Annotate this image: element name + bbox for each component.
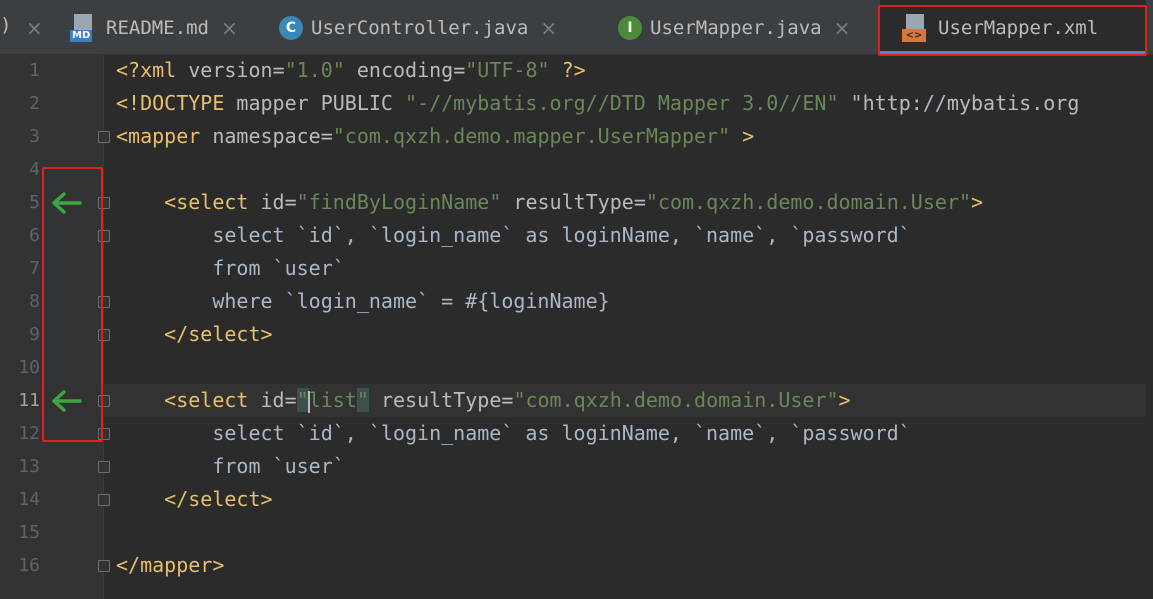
line-number: 6 [29, 225, 40, 246]
code-line[interactable]: 7 from `user` [0, 252, 1153, 285]
tab-usermapper-java[interactable]: I UserMapper.java × [618, 0, 850, 55]
code-text[interactable]: <select id="list" resultType="com.qxzh.d… [116, 384, 851, 417]
line-number: 4 [29, 159, 40, 180]
line-number: 8 [29, 291, 40, 312]
code-line[interactable]: 4 [0, 153, 1153, 186]
fold-marker-icon[interactable] [98, 461, 110, 473]
code-line[interactable]: 5 <select id="findByLoginName" resultTyp… [0, 186, 1153, 219]
code-line[interactable]: 14 </select> [0, 483, 1153, 516]
close-icon[interactable]: × [26, 16, 43, 40]
vertical-scrollbar[interactable] [1146, 55, 1153, 599]
code-line[interactable]: 15 [0, 516, 1153, 549]
line-number: 13 [18, 456, 40, 477]
highlight-box-active-tab [878, 5, 1147, 56]
fold-marker-icon[interactable] [98, 560, 110, 572]
line-number: 12 [18, 423, 40, 444]
tab-usercontroller[interactable]: C UserController.java × [279, 0, 557, 55]
line-number: 7 [29, 258, 40, 279]
line-number: 2 [29, 93, 40, 114]
code-text[interactable]: </select> [116, 483, 272, 516]
tab-label: README.md [106, 16, 209, 39]
code-text[interactable]: select `id`, `login_name` as loginName, … [116, 219, 910, 252]
line-number: 11 [18, 390, 40, 411]
tab-readme[interactable]: MD README.md × [70, 0, 238, 55]
markdown-file-icon: MD [70, 13, 98, 42]
close-icon[interactable]: × [221, 16, 238, 40]
line-number: 9 [29, 324, 40, 345]
code-line[interactable]: 11 <select id="list" resultType="com.qxz… [0, 384, 1153, 417]
line-number: 10 [18, 357, 40, 378]
java-class-icon: C [279, 15, 303, 40]
code-line[interactable]: 3 <mapper namespace="com.qxzh.demo.mapper… [0, 120, 1153, 153]
line-number: 5 [29, 192, 40, 213]
highlight-box-gutter-arrows [42, 167, 103, 442]
code-text[interactable]: </select> [116, 318, 272, 351]
java-interface-icon: I [618, 15, 642, 40]
fold-marker-icon[interactable] [98, 494, 110, 506]
tab-overflow-close[interactable]: × [14, 0, 43, 55]
close-icon[interactable]: × [834, 16, 851, 40]
line-number: 16 [18, 555, 40, 576]
code-text[interactable]: from `user` [116, 450, 344, 483]
code-line[interactable]: 13 from `user` [0, 450, 1153, 483]
code-text[interactable]: from `user` [116, 252, 344, 285]
code-line[interactable]: 2 <!DOCTYPE mapper PUBLIC "-//mybatis.org… [0, 87, 1153, 120]
code-line[interactable]: 6 select `id`, `login_name` as loginName… [0, 219, 1153, 252]
tab-label: UserMapper.java [650, 16, 822, 39]
code-text[interactable]: <mapper namespace="com.qxzh.demo.mapper.… [116, 120, 754, 153]
close-icon[interactable]: × [540, 16, 557, 40]
code-text[interactable]: </mapper> [116, 549, 224, 582]
code-line[interactable]: 8 where `login_name` = #{loginName} [0, 285, 1153, 318]
line-number: 14 [18, 489, 40, 510]
code-line[interactable]: 16 </mapper> [0, 549, 1153, 582]
code-text[interactable]: where `login_name` = #{loginName} [116, 285, 609, 318]
code-line[interactable]: 9 </select> [0, 318, 1153, 351]
tab-label: UserController.java [311, 16, 529, 39]
line-number: 15 [18, 522, 40, 543]
code-text[interactable]: select `id`, `login_name` as loginName, … [116, 417, 910, 450]
fold-marker-icon[interactable] [98, 131, 110, 143]
code-line[interactable]: 1 <?xml version="1.0" encoding="UTF-8" ?> [0, 54, 1153, 87]
code-text[interactable]: <?xml version="1.0" encoding="UTF-8" ?> [116, 54, 586, 87]
line-number: 1 [29, 60, 40, 81]
code-line[interactable]: 10 [0, 351, 1153, 384]
code-text[interactable]: <select id="findByLoginName" resultType=… [116, 186, 983, 219]
code-text[interactable]: <!DOCTYPE mapper PUBLIC "-//mybatis.org/… [116, 87, 1079, 120]
code-line[interactable]: 12 select `id`, `login_name` as loginNam… [0, 417, 1153, 450]
line-number: 3 [29, 126, 40, 147]
tab-overflow-fragment: ) [0, 14, 12, 36]
